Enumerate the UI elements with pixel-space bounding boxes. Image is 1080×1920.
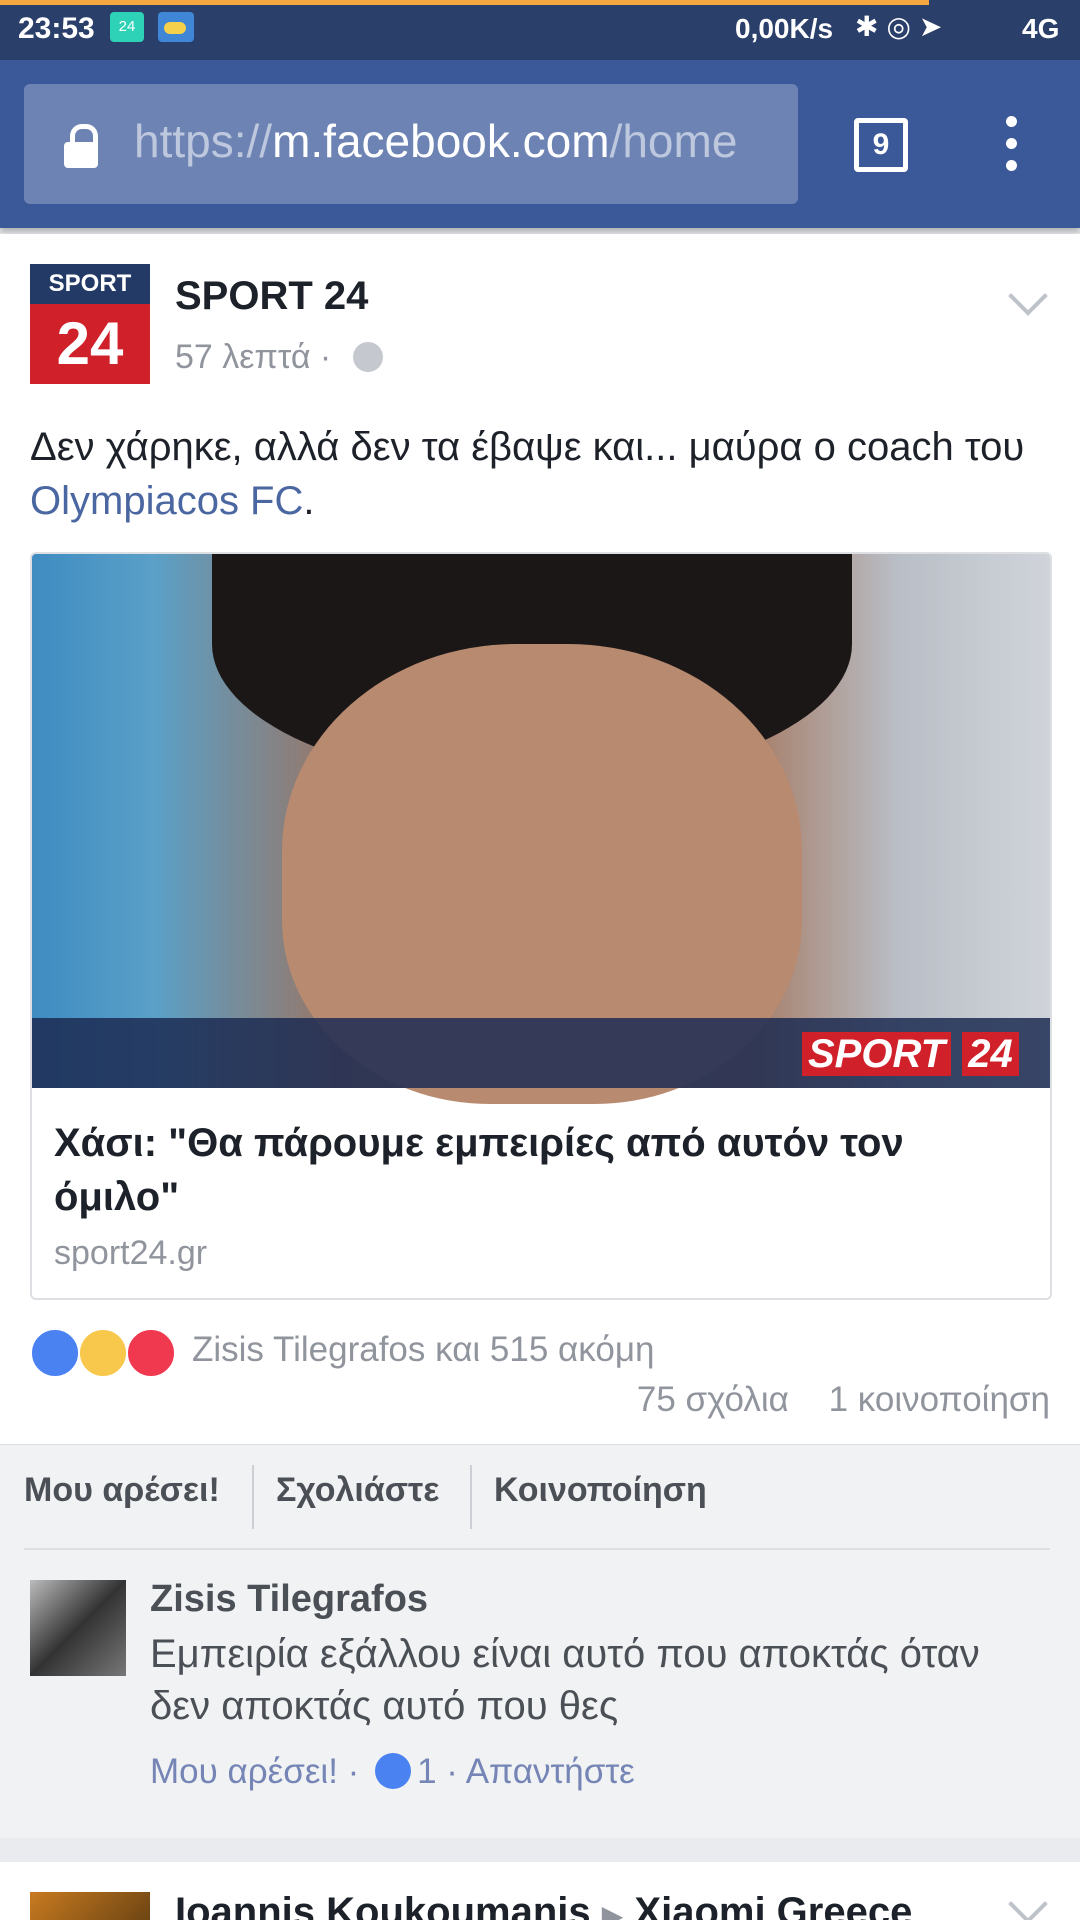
commenter-name[interactable]: Zisis Tilegrafos bbox=[150, 1578, 428, 1621]
next-post-target[interactable]: Xiaomi Greece bbox=[634, 1890, 912, 1920]
globe-icon bbox=[353, 342, 383, 372]
overflow-menu-icon[interactable] bbox=[1000, 116, 1022, 172]
arrow-right-icon: ▶ bbox=[601, 1900, 624, 1920]
tab-switcher-button[interactable]: 9 bbox=[854, 118, 908, 172]
preview-title: Χάσι: "Θα πάρουμε εμπειρίες από αυτόν το… bbox=[54, 1121, 904, 1219]
post-card: SPORT 24 SPORT 24 57 λεπτά · Δεν χάρηκε,… bbox=[0, 234, 1080, 1838]
location-icon: ➤ bbox=[918, 11, 951, 42]
like-button[interactable]: Μου αρέσει! bbox=[24, 1471, 220, 1510]
link-preview[interactable]: SPORT 24 Χάσι: "Θα πάρουμε εμπειρίες από… bbox=[30, 552, 1052, 1300]
lock-icon bbox=[64, 124, 98, 168]
network-speed: 0,00K/s bbox=[735, 13, 834, 44]
action-bar: Μου αρέσει! Σχολιάστε Κοινοποίηση bbox=[0, 1444, 1080, 1549]
bluetooth-icon: ✱ bbox=[855, 11, 887, 42]
weather-notification-icon bbox=[158, 12, 194, 42]
post-text: Δεν χάρηκε, αλλά δεν τα έβαψε και... μαύ… bbox=[30, 425, 1025, 523]
url-path: /home bbox=[609, 115, 738, 167]
next-post-title: Ioannis Koukoumanis ▶ Xiaomi Greece bbox=[175, 1890, 912, 1920]
app-notification-icon: 24 bbox=[110, 12, 144, 42]
browser-toolbar: https://m.facebook.com/home 9 bbox=[0, 60, 1080, 228]
page-load-progress bbox=[0, 0, 929, 5]
action-divider bbox=[252, 1465, 254, 1529]
url-host: m.facebook.com bbox=[272, 115, 610, 167]
status-bar: 23:53 24 0,00K/s ✱◎➤ 4G bbox=[0, 0, 1080, 60]
love-reaction-icon bbox=[126, 1328, 176, 1378]
status-time: 23:53 bbox=[18, 12, 95, 45]
comment-divider bbox=[24, 1548, 1050, 1550]
reactions-summary[interactable] bbox=[30, 1328, 180, 1378]
rotation-lock-icon: ◎ bbox=[886, 11, 919, 42]
preview-domain: sport24.gr bbox=[54, 1234, 208, 1272]
comment-actions: Μου αρέσει! · 1 · Απαντήστε bbox=[150, 1752, 635, 1792]
commenter-avatar[interactable] bbox=[30, 1580, 126, 1676]
shares-count[interactable]: 1 κοινοποίηση bbox=[829, 1380, 1050, 1419]
post-options-chevron-icon[interactable] bbox=[1008, 276, 1048, 316]
olympiacos-link[interactable]: Olympiacos FC bbox=[30, 479, 303, 523]
comment-like-count: 1 bbox=[417, 1752, 437, 1791]
page-name-link[interactable]: SPORT 24 bbox=[175, 274, 368, 319]
comment-reply-link[interactable]: · Απαντήστε bbox=[446, 1752, 635, 1791]
reactions-text[interactable]: Zisis Tilegrafos και 515 ακόμη bbox=[192, 1330, 654, 1370]
next-post-avatar[interactable] bbox=[30, 1892, 150, 1920]
next-post-author[interactable]: Ioannis Koukoumanis bbox=[175, 1890, 591, 1920]
page-avatar[interactable]: SPORT 24 bbox=[30, 264, 150, 384]
comment-text: Εμπειρία εξάλλου είναι αυτό που αποκτάς … bbox=[150, 1632, 980, 1728]
like-count-icon bbox=[375, 1753, 412, 1789]
next-post-options-chevron-icon[interactable] bbox=[1008, 1884, 1048, 1920]
engagement-counts: 75 σχόλια 1 κοινοποίηση bbox=[637, 1380, 1050, 1420]
comment: Zisis Tilegrafos Εμπειρία εξάλλου είναι … bbox=[0, 1548, 1080, 1838]
post-timestamp[interactable]: 57 λεπτά · bbox=[175, 338, 331, 377]
url-field[interactable]: https://m.facebook.com/home bbox=[24, 84, 798, 204]
share-button[interactable]: Κοινοποίηση bbox=[494, 1471, 707, 1510]
status-icons: ✱◎➤ bbox=[855, 10, 950, 43]
preview-image: SPORT 24 bbox=[32, 554, 1050, 1104]
network-type: 4G bbox=[1022, 13, 1060, 44]
haha-reaction-icon bbox=[78, 1328, 128, 1378]
comment-button[interactable]: Σχολιάστε bbox=[276, 1471, 439, 1510]
url-scheme: https:// bbox=[134, 115, 273, 167]
next-post-card: Ioannis Koukoumanis ▶ Xiaomi Greece bbox=[0, 1862, 1080, 1920]
url-text[interactable]: https://m.facebook.com/home bbox=[134, 114, 794, 168]
comment-like-link[interactable]: Μου αρέσει! · bbox=[150, 1752, 359, 1791]
comments-count[interactable]: 75 σχόλια bbox=[637, 1380, 789, 1419]
sport24-watermark: SPORT 24 bbox=[802, 1032, 1019, 1077]
like-reaction-icon bbox=[30, 1328, 80, 1378]
action-divider bbox=[470, 1465, 472, 1529]
